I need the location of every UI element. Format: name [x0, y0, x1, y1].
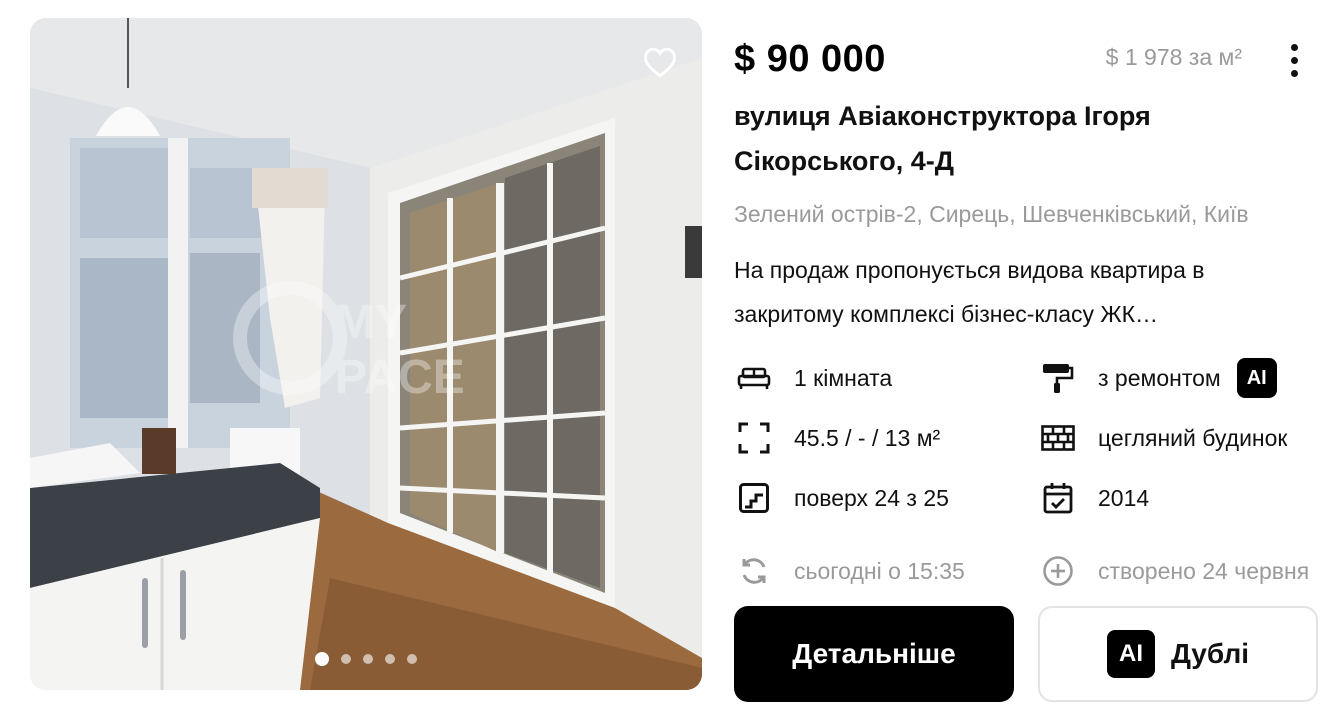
- feature-rooms: 1 кімната: [734, 358, 1014, 398]
- duplicates-button[interactable]: AI Дублі: [1038, 606, 1318, 702]
- ai-badge: AI: [1106, 630, 1155, 678]
- more-options-button[interactable]: [1280, 40, 1308, 80]
- price: $ 90 000: [734, 38, 886, 80]
- carousel-dot[interactable]: [315, 652, 329, 666]
- svg-text:PACE: PACE: [335, 351, 465, 404]
- listing-info: $ 90 000 $ 1 978 за м² вулиця Авіаконстр…: [734, 18, 1318, 708]
- refresh-icon: [734, 551, 774, 591]
- feature-repair: з ремонтом AI: [1038, 358, 1318, 398]
- carousel-pagination: [30, 652, 702, 666]
- more-vertical-icon: [1290, 43, 1298, 51]
- listing-photo[interactable]: MY PACE: [30, 18, 702, 690]
- district: Зелений острів-2, Сирець, Шевченківський…: [734, 201, 1249, 227]
- stairs-icon: [734, 478, 774, 518]
- description: На продаж пропонується видова квартира в…: [734, 257, 1205, 327]
- address[interactable]: вулиця Авіаконструктора Ігоря Сікорськог…: [734, 94, 1294, 184]
- feature-updated: сьогодні о 15:35: [734, 551, 1014, 591]
- plus-circle-icon: [1038, 551, 1078, 591]
- details-button[interactable]: Детальніше: [734, 606, 1014, 702]
- carousel-dot[interactable]: [407, 654, 417, 664]
- heart-outline-icon: [643, 47, 677, 78]
- carousel-dot[interactable]: [363, 654, 373, 664]
- favorite-button[interactable]: [640, 42, 680, 82]
- paint-roller-icon: [1038, 358, 1078, 398]
- brick-wall-icon: [1038, 418, 1078, 458]
- carousel-dot[interactable]: [385, 654, 395, 664]
- feature-building: цегляний будинок: [1038, 418, 1318, 458]
- duplicates-label: Дублі: [1170, 638, 1250, 669]
- carousel-dot[interactable]: [341, 654, 351, 664]
- area-frame-icon: [734, 418, 774, 458]
- bed-icon: [734, 358, 774, 398]
- feature-created: створено 24 червня: [1038, 551, 1318, 591]
- calendar-check-icon: [1038, 478, 1078, 518]
- svg-text:MY: MY: [335, 296, 407, 349]
- feature-floor: поверх 24 з 25: [734, 478, 1014, 518]
- feature-year: 2014: [1038, 478, 1318, 518]
- price-per-m2: $ 1 978 за м²: [1105, 44, 1242, 70]
- apartment-photo-image: MY PACE: [30, 18, 702, 690]
- feature-area: 45.5 / - / 13 м²: [734, 418, 1014, 458]
- ai-badge: AI: [1236, 358, 1277, 398]
